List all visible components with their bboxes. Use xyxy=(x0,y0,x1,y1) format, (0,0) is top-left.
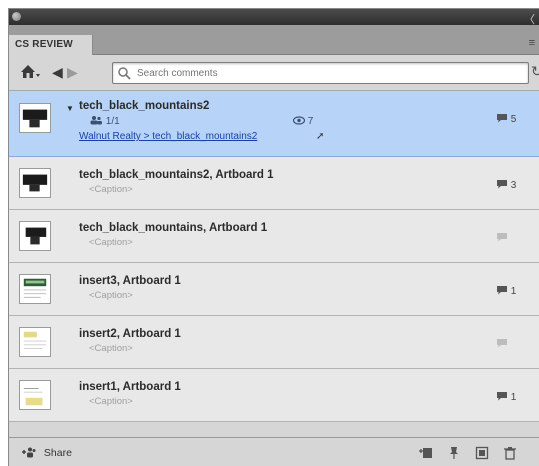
review-title: tech_black_mountains2 xyxy=(79,100,210,112)
comment-bubble-icon xyxy=(497,114,507,123)
list-item[interactable]: tech_black_mountains, Artboard 1 <Captio… xyxy=(9,210,539,263)
panel-menu-icon[interactable]: ≡ xyxy=(529,37,535,49)
bottom-bar: Share xyxy=(9,437,539,466)
list-item[interactable]: insert1, Artboard 1 <Caption> 1 xyxy=(9,369,539,422)
review-thumbnail xyxy=(19,103,51,133)
item-title: insert1, Artboard 1 xyxy=(79,381,181,393)
home-icon[interactable] xyxy=(19,63,41,81)
artboard-thumbnail xyxy=(19,168,51,198)
item-title: insert3, Artboard 1 xyxy=(79,275,181,287)
item-title: insert2, Artboard 1 xyxy=(79,328,181,340)
tab-cs-review[interactable]: CS REVIEW xyxy=(9,35,93,55)
item-title: tech_black_mountains2, Artboard 1 xyxy=(79,169,274,181)
comment-bubble-icon xyxy=(497,339,507,348)
search-field[interactable] xyxy=(112,62,529,84)
comment-count[interactable]: 1 xyxy=(496,285,516,297)
comment-count[interactable]: 5 xyxy=(496,113,516,125)
share-label: Share xyxy=(43,447,72,459)
comment-count[interactable] xyxy=(496,338,508,350)
item-caption[interactable]: <Caption> xyxy=(89,343,133,354)
comment-count-value: 1 xyxy=(510,392,517,403)
tab-bar: CS REVIEW ≡ xyxy=(9,25,539,55)
comment-count-value: 5 xyxy=(510,114,517,125)
item-caption[interactable]: <Caption> xyxy=(89,396,133,407)
item-caption[interactable]: <Caption> xyxy=(89,290,133,301)
item-caption[interactable]: <Caption> xyxy=(89,184,133,195)
list-item[interactable]: insert2, Artboard 1 <Caption> xyxy=(9,316,539,369)
trash-icon[interactable] xyxy=(503,446,517,460)
artboard-thumbnail xyxy=(19,221,51,251)
comment-count-value: 1 xyxy=(510,286,517,297)
views-value: 7 xyxy=(307,116,314,127)
comment-bubble-icon xyxy=(497,180,507,189)
share-people-icon xyxy=(22,447,36,458)
artboard-thumbnail xyxy=(19,380,51,410)
item-title: tech_black_mountains, Artboard 1 xyxy=(79,222,268,234)
list-item[interactable]: insert3, Artboard 1 <Caption> 1 xyxy=(9,263,539,316)
disclosure-triangle-icon[interactable]: ▼ xyxy=(66,104,74,113)
comment-count[interactable] xyxy=(496,232,508,244)
comment-count[interactable]: 1 xyxy=(496,391,516,403)
page-icon[interactable] xyxy=(475,446,489,460)
back-arrow-icon[interactable]: ◀ xyxy=(52,64,63,81)
people-icon xyxy=(90,116,102,125)
comment-count[interactable]: 3 xyxy=(496,179,516,191)
review-row-selected[interactable]: ▼ tech_black_mountains2 1/1 7 Walnut Rea… xyxy=(9,91,539,157)
artboard-thumbnail xyxy=(19,327,51,357)
forward-arrow-icon[interactable]: ▶ xyxy=(67,64,78,81)
comment-count-value: 3 xyxy=(510,180,517,191)
list-item[interactable]: tech_black_mountains2, Artboard 1 <Capti… xyxy=(9,157,539,210)
participants-value: 1/1 xyxy=(105,116,120,127)
pin-icon[interactable]: ➚ xyxy=(316,131,324,142)
refresh-icon[interactable]: ↻ xyxy=(531,63,539,80)
panel-titlebar[interactable]: 〈 xyxy=(9,9,539,26)
search-icon xyxy=(117,66,133,80)
comment-bubble-icon xyxy=(497,286,507,295)
comment-bubble-icon xyxy=(497,233,507,242)
toolbar: ◀ ▶ ↻ xyxy=(9,55,539,91)
participants-count: 1/1 xyxy=(89,115,120,127)
comment-bubble-icon xyxy=(497,392,507,401)
views-count: 7 xyxy=(292,116,314,127)
review-breadcrumb-link[interactable]: Walnut Realty > tech_black_mountains2 xyxy=(79,131,257,142)
eye-icon xyxy=(292,116,306,125)
review-list: ▼ tech_black_mountains2 1/1 7 Walnut Rea… xyxy=(9,91,539,422)
close-icon[interactable] xyxy=(12,12,21,21)
artboard-thumbnail xyxy=(19,274,51,304)
search-input[interactable] xyxy=(137,65,517,81)
add-comment-icon[interactable] xyxy=(419,446,433,460)
share-button[interactable]: Share xyxy=(21,446,72,459)
item-caption[interactable]: <Caption> xyxy=(89,237,133,248)
pin-icon[interactable] xyxy=(447,446,461,460)
cs-review-panel: 〈 CS REVIEW ≡ ◀ ▶ ↻ xyxy=(8,8,539,466)
